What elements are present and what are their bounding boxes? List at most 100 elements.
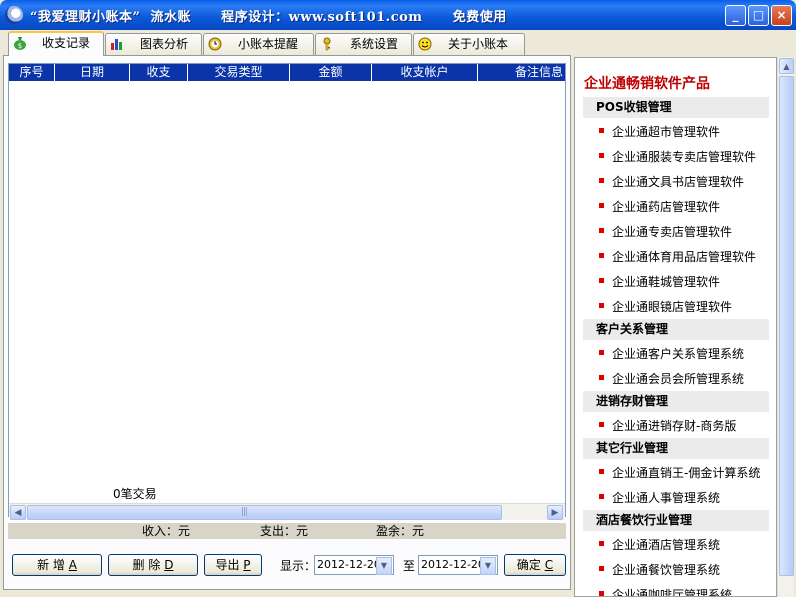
maximize-button[interactable]: □ bbox=[748, 5, 769, 26]
tab-label: 小账本提醒 bbox=[238, 37, 299, 51]
category-inventory: 进销存财管理 bbox=[583, 391, 769, 412]
grid-header: 序号 日期 收支 交易类型 金额 收支帐户 备注信息 bbox=[9, 64, 565, 81]
panel-title: 企业通畅销软件产品 bbox=[584, 76, 710, 92]
tab-label: 关于小账本 bbox=[448, 37, 509, 51]
transaction-count: 0笔交易 bbox=[113, 487, 157, 501]
export-button[interactable]: 导出 P bbox=[204, 554, 262, 576]
add-button-label: 新 增 bbox=[37, 558, 69, 572]
bullet-icon bbox=[599, 203, 604, 208]
column-header-index[interactable]: 序号 bbox=[9, 64, 55, 81]
column-header-type[interactable]: 收支 bbox=[130, 64, 188, 81]
column-header-notes[interactable]: 备注信息 bbox=[478, 64, 565, 81]
column-header-transaction-type[interactable]: 交易类型 bbox=[188, 64, 290, 81]
product-link[interactable]: 企业通专卖店管理软件 bbox=[612, 223, 732, 240]
tab-label: 系统设置 bbox=[350, 37, 399, 51]
delete-button-shortcut: D bbox=[164, 558, 174, 572]
scroll-left-button[interactable]: ◀ bbox=[10, 505, 26, 520]
product-ad-panel: 企业通畅销软件产品 POS收银管理 企业通超市管理软件 企业通服装专卖店管理软件… bbox=[574, 57, 777, 597]
tab-label: 图表分析 bbox=[140, 37, 189, 51]
bullet-icon bbox=[599, 178, 604, 183]
bullet-icon bbox=[599, 566, 604, 571]
confirm-button[interactable]: 确定 C bbox=[504, 554, 566, 576]
tab-system-settings[interactable]: 系统设置 bbox=[315, 33, 412, 55]
export-button-shortcut: P bbox=[243, 558, 251, 572]
product-link[interactable]: 企业通眼镜店管理软件 bbox=[612, 298, 732, 315]
column-header-amount[interactable]: 金额 bbox=[290, 64, 372, 81]
delete-button-label: 删 除 bbox=[132, 558, 165, 572]
product-link[interactable]: 企业通人事管理系统 bbox=[612, 489, 720, 506]
income-total: 收入：元 bbox=[142, 524, 191, 538]
product-link[interactable]: 企业通进销存财-商务版 bbox=[612, 417, 736, 434]
product-link[interactable]: 企业通药店管理软件 bbox=[612, 198, 720, 215]
show-label: 显示： bbox=[280, 559, 317, 573]
bullet-icon bbox=[599, 228, 604, 233]
smiley-icon bbox=[418, 37, 432, 51]
category-crm: 客户关系管理 bbox=[583, 319, 769, 340]
add-button-shortcut: A bbox=[68, 558, 77, 572]
tab-about[interactable]: 关于小账本 bbox=[413, 33, 525, 55]
transactions-grid[interactable]: 序号 日期 收支 交易类型 金额 收支帐户 备注信息 bbox=[8, 63, 566, 517]
product-link[interactable]: 企业通咖啡厅管理系统 bbox=[612, 586, 732, 596]
dropdown-arrow-icon[interactable]: ▼ bbox=[376, 557, 392, 575]
svg-text:$: $ bbox=[18, 42, 22, 50]
expense-total: 支出：元 bbox=[260, 524, 309, 538]
bullet-icon bbox=[599, 303, 604, 308]
bullet-icon bbox=[599, 375, 604, 380]
tab-income-expense-records[interactable]: $ 收支记录 bbox=[8, 31, 104, 56]
to-label: 至 bbox=[403, 559, 416, 573]
balance-total: 盈余：元 bbox=[376, 524, 425, 538]
delete-button[interactable]: 删 除 D bbox=[108, 554, 198, 576]
product-link[interactable]: 企业通超市管理软件 bbox=[612, 123, 720, 140]
scroll-thumb[interactable] bbox=[779, 76, 794, 576]
bullet-icon bbox=[599, 153, 604, 158]
product-link[interactable]: 企业通体育用品店管理软件 bbox=[612, 248, 756, 265]
window-title: “我爱理财小账本” 流水账 程序设计：www.soft101.com 免费使用 bbox=[30, 10, 507, 25]
date-from-value: 2012-12-20 bbox=[317, 558, 381, 571]
confirm-button-label: 确定 bbox=[516, 558, 545, 572]
vertical-scrollbar[interactable]: ▲ bbox=[777, 57, 794, 597]
product-link[interactable]: 企业通餐饮管理系统 bbox=[612, 561, 720, 578]
bar-chart-icon bbox=[111, 39, 122, 50]
tab-reminders[interactable]: 小账本提醒 bbox=[203, 33, 314, 55]
scroll-grip-icon: ||| bbox=[241, 507, 248, 517]
category-pos: POS收银管理 bbox=[583, 97, 769, 118]
product-link[interactable]: 企业通客户关系管理系统 bbox=[612, 345, 744, 362]
bullet-icon bbox=[599, 278, 604, 283]
close-button[interactable]: × bbox=[771, 5, 792, 26]
confirm-button-shortcut: C bbox=[544, 558, 554, 572]
add-button[interactable]: 新 增 A bbox=[12, 554, 102, 576]
scroll-up-button[interactable]: ▲ bbox=[779, 58, 794, 74]
product-link[interactable]: 企业通会员会所管理系统 bbox=[612, 370, 744, 387]
horizontal-scrollbar[interactable]: ◀ ||| ▶ bbox=[9, 503, 565, 520]
summary-bar: 收入：元 支出：元 盈余：元 bbox=[8, 522, 566, 539]
tab-chart-analysis[interactable]: 图表分析 bbox=[105, 33, 202, 55]
bullet-icon bbox=[599, 541, 604, 546]
minimize-button[interactable]: _ bbox=[725, 5, 746, 26]
scroll-thumb[interactable] bbox=[27, 505, 502, 520]
product-link[interactable]: 企业通直销王-佣金计算系统 bbox=[612, 464, 760, 481]
date-from-picker[interactable]: 2012-12-20 ▼ bbox=[314, 555, 394, 575]
bullet-icon bbox=[599, 469, 604, 474]
date-to-value: 2012-12-20 bbox=[421, 558, 485, 571]
bullet-icon bbox=[599, 494, 604, 499]
tab-label: 收支记录 bbox=[42, 36, 91, 50]
category-hotel: 酒店餐饮行业管理 bbox=[583, 510, 769, 531]
money-bag-icon: $ bbox=[14, 37, 26, 50]
column-header-date[interactable]: 日期 bbox=[55, 64, 130, 81]
scroll-right-button[interactable]: ▶ bbox=[547, 505, 563, 520]
product-link[interactable]: 企业通文具书店管理软件 bbox=[612, 173, 744, 190]
product-link[interactable]: 企业通鞋城管理软件 bbox=[612, 273, 720, 290]
product-link[interactable]: 企业通酒店管理系统 bbox=[612, 536, 720, 553]
app-icon[interactable] bbox=[5, 6, 23, 24]
date-to-picker[interactable]: 2012-12-20 ▼ bbox=[418, 555, 498, 575]
category-other: 其它行业管理 bbox=[583, 438, 769, 459]
alarm-icon bbox=[208, 37, 222, 51]
dropdown-arrow-icon[interactable]: ▼ bbox=[480, 557, 496, 575]
bullet-icon bbox=[599, 128, 604, 133]
product-link[interactable]: 企业通服装专卖店管理软件 bbox=[612, 148, 756, 165]
bullet-icon bbox=[599, 253, 604, 258]
bullet-icon bbox=[599, 591, 604, 596]
bullet-icon bbox=[599, 422, 604, 427]
column-header-account[interactable]: 收支帐户 bbox=[372, 64, 478, 81]
key-icon bbox=[323, 37, 331, 51]
